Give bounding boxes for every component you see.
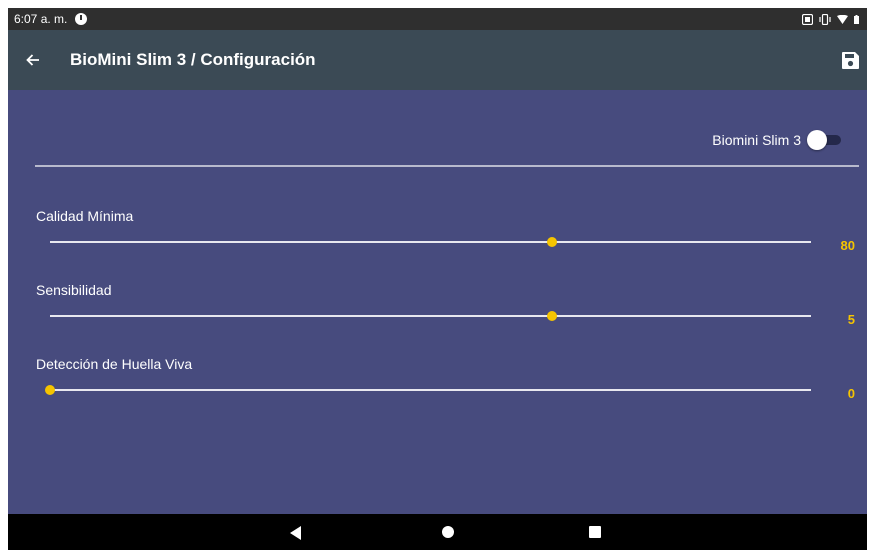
device-toggle-label: Biomini Slim 3 bbox=[712, 132, 801, 148]
calidad-minima-slider[interactable] bbox=[50, 234, 811, 250]
screenshot-icon bbox=[802, 13, 813, 25]
screen: 6:07 a. m. BioMini Slim 3 / Configuració… bbox=[8, 8, 867, 550]
divider bbox=[35, 165, 859, 167]
vibrate-icon bbox=[819, 13, 831, 25]
nav-recents-icon[interactable] bbox=[588, 514, 602, 550]
back-button[interactable] bbox=[8, 30, 58, 90]
slider-thumb[interactable] bbox=[547, 311, 558, 321]
status-bar: 6:07 a. m. bbox=[8, 8, 867, 30]
device-toggle-switch[interactable] bbox=[807, 130, 843, 150]
app-bar: BioMini Slim 3 / Configuración bbox=[8, 30, 867, 90]
slider-track bbox=[50, 241, 811, 243]
device-toggle-row: Biomini Slim 3 bbox=[712, 130, 843, 150]
status-left: 6:07 a. m. bbox=[14, 12, 88, 26]
slider-value: 0 bbox=[847, 386, 855, 401]
slider-thumb[interactable] bbox=[547, 237, 558, 247]
switch-thumb bbox=[807, 130, 827, 150]
deteccion-huella-viva-slider[interactable] bbox=[45, 382, 811, 398]
slider-track bbox=[50, 315, 811, 317]
sensibilidad-slider[interactable] bbox=[50, 308, 811, 324]
clock-icon bbox=[75, 13, 88, 25]
setting-deteccion-huella-viva: Detección de Huella Viva 0 bbox=[8, 356, 867, 416]
status-icons bbox=[802, 13, 859, 25]
nav-back-icon[interactable] bbox=[288, 514, 304, 550]
status-time: 6:07 a. m. bbox=[14, 12, 68, 26]
setting-calidad-minima: Calidad Mínima 80 bbox=[8, 208, 867, 268]
slider-thumb[interactable] bbox=[45, 385, 55, 395]
wifi-icon bbox=[837, 14, 848, 24]
battery-icon bbox=[854, 14, 859, 24]
arrow-left-icon bbox=[26, 54, 39, 66]
page-title: BioMini Slim 3 / Configuración bbox=[70, 50, 316, 69]
setting-label: Sensibilidad bbox=[36, 282, 112, 298]
nav-home-icon[interactable] bbox=[440, 514, 456, 550]
save-button[interactable] bbox=[833, 30, 867, 90]
slider-value: 5 bbox=[847, 312, 855, 327]
setting-label: Calidad Mínima bbox=[36, 208, 134, 224]
settings-panel: Biomini Slim 3 Calidad Mínima 80 Sensibi… bbox=[8, 90, 867, 514]
setting-sensibilidad: Sensibilidad 5 bbox=[8, 282, 867, 342]
navigation-bar bbox=[8, 514, 867, 550]
setting-label: Detección de Huella Viva bbox=[36, 356, 193, 372]
slider-value: 80 bbox=[840, 238, 855, 253]
save-icon bbox=[841, 51, 859, 69]
slider-track bbox=[50, 389, 811, 391]
